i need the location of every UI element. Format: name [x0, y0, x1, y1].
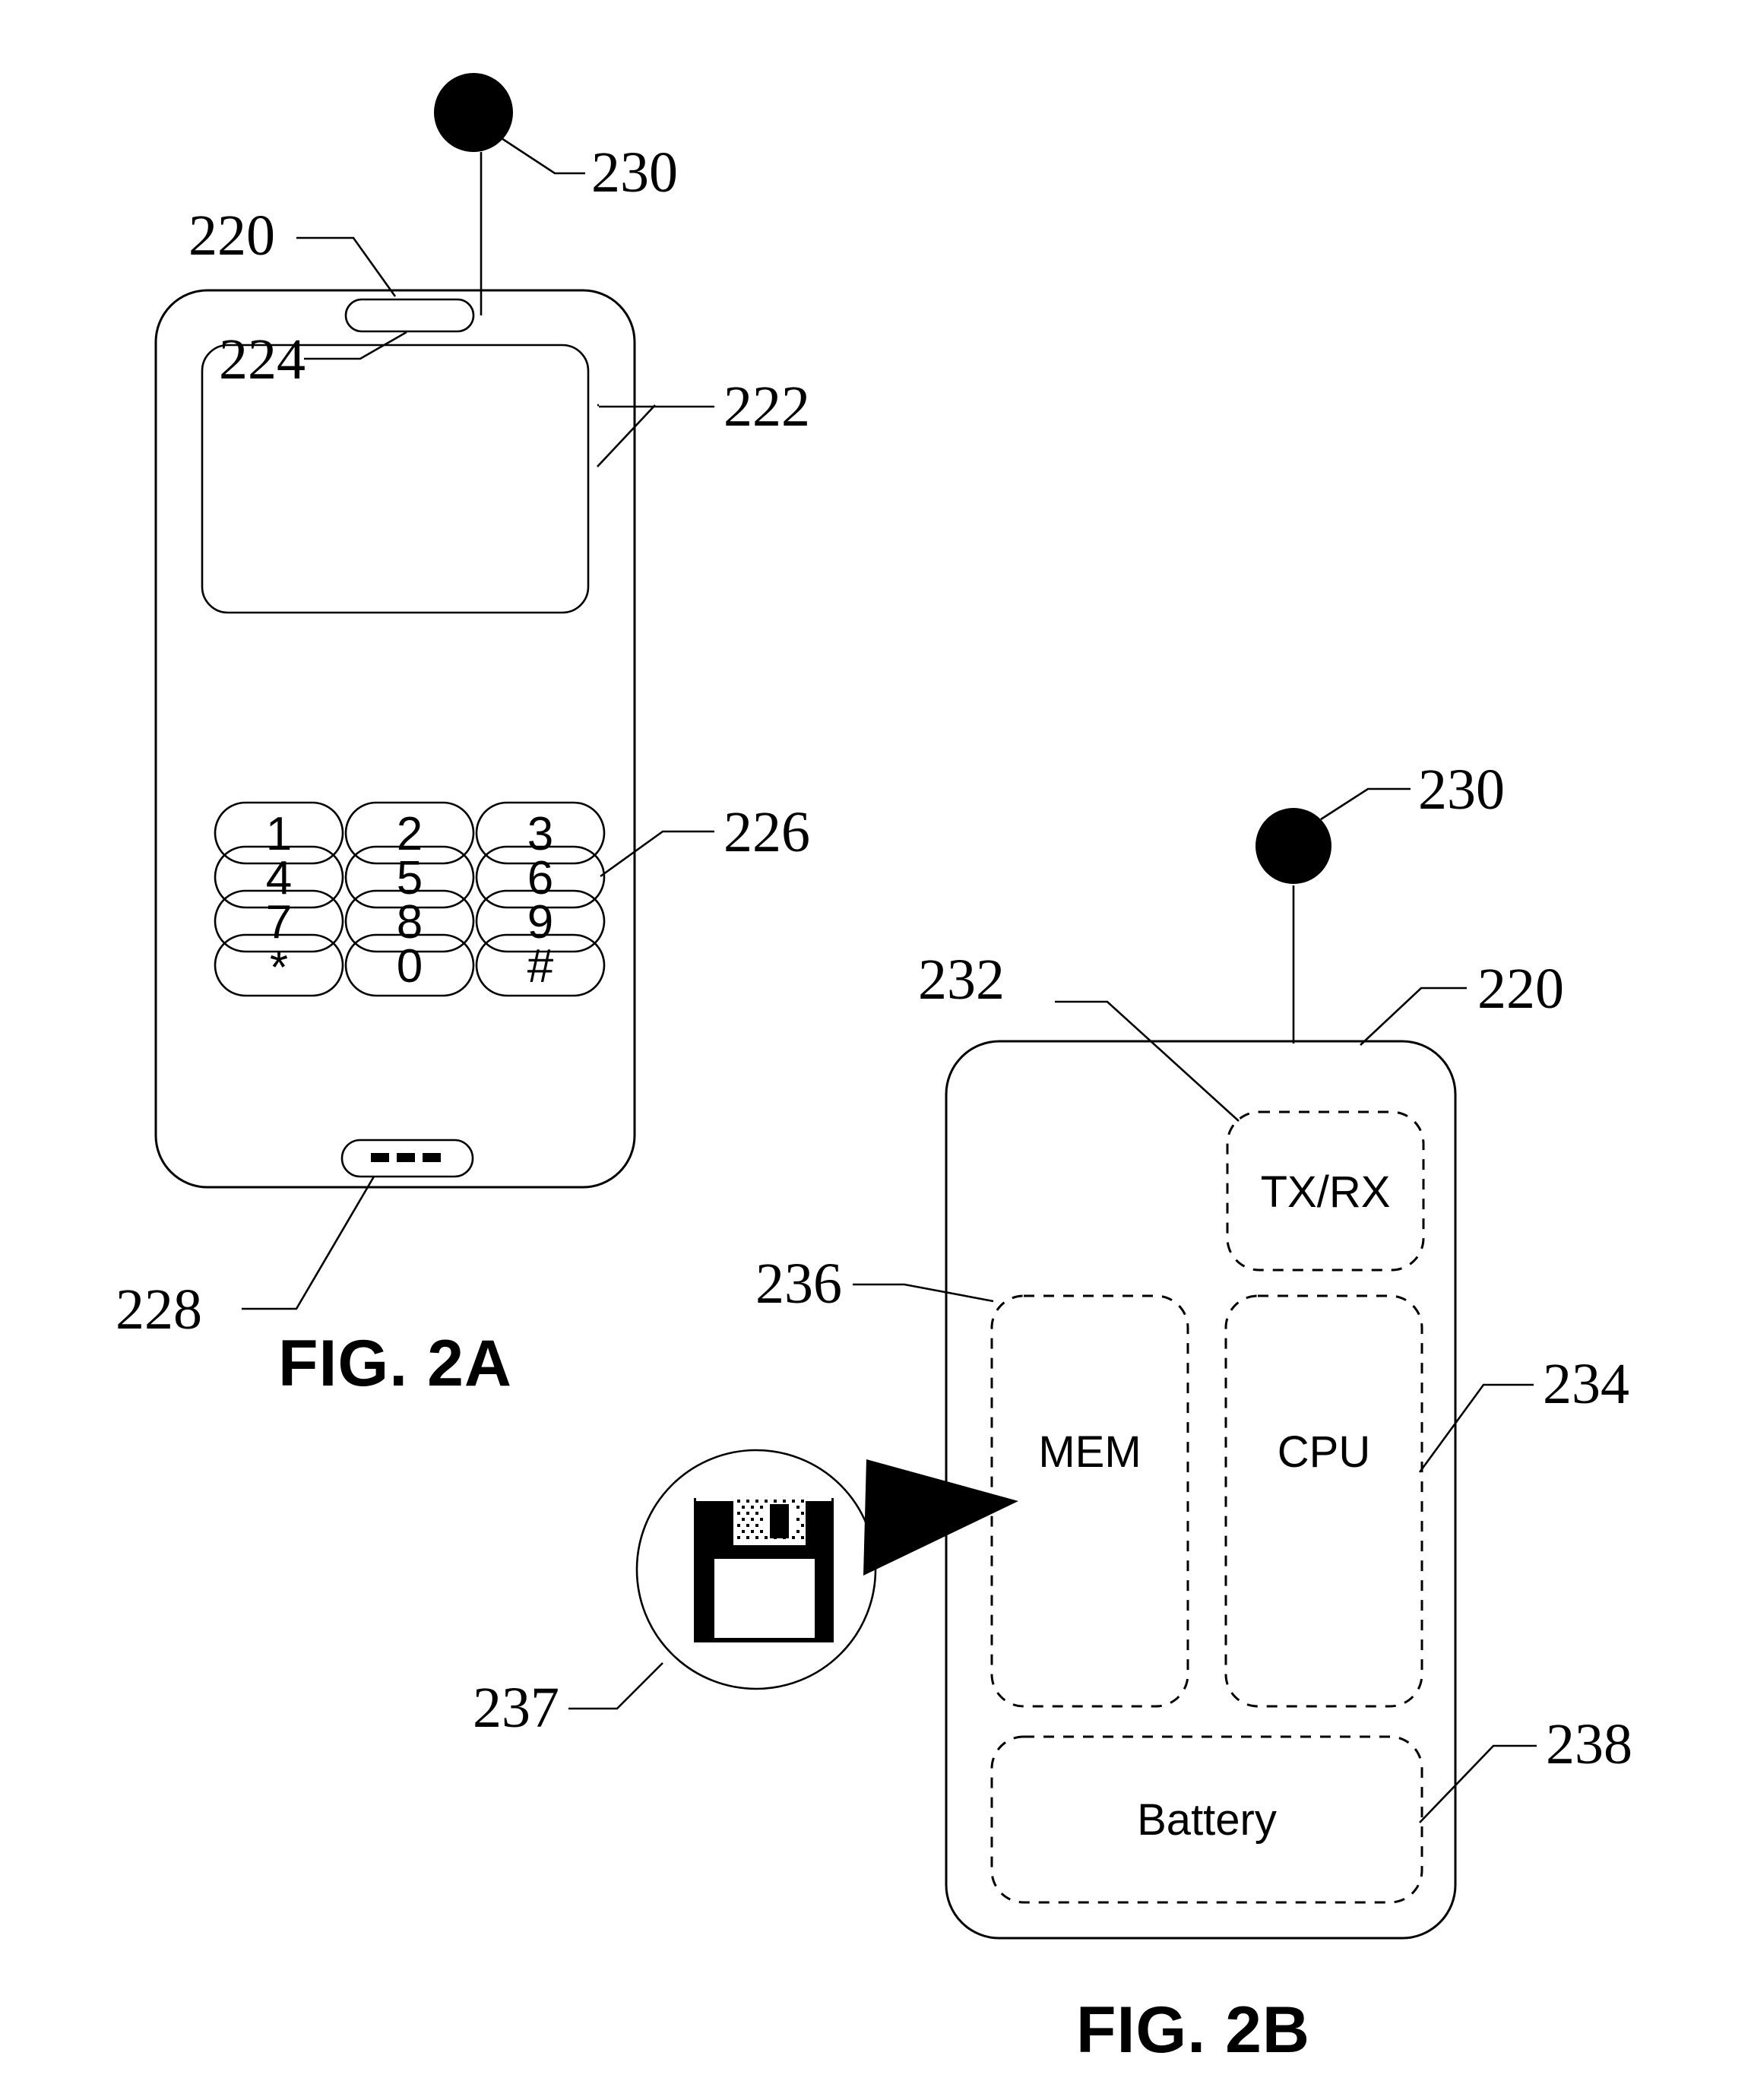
ref-224-2a: 224 [219, 328, 306, 391]
ref-230-2a: 230 [591, 141, 678, 204]
floppy-label-area [714, 1559, 815, 1638]
keypad-key-label-0: 0 [397, 940, 423, 993]
keypad-key-label-star: * [270, 942, 288, 994]
ref-232-2b: 232 [918, 948, 1005, 1012]
ref-238-2b: 238 [1546, 1712, 1632, 1776]
antenna-tip-dot-2a [434, 73, 513, 152]
ref-226-2a: 226 [724, 800, 810, 864]
figure-2b-caption: FIG. 2B [1076, 1994, 1310, 2067]
ref-237-2b: 237 [473, 1676, 559, 1740]
ref-234-2b: 234 [1543, 1352, 1629, 1416]
transceiver-label: TX/RX [1261, 1167, 1391, 1217]
microphone-slots-2a [371, 1153, 441, 1162]
keypad-2a[interactable]: 1 2 3 4 5 6 7 8 9 * 0 # [214, 801, 606, 997]
ref-222-2a: 222 [724, 375, 810, 439]
patent-figure-sheet: 230 220 224 222 1 2 3 4 5 6 7 8 9 * 0 # … [0, 0, 1751, 2100]
floppy-disk-icon [694, 1495, 834, 1642]
sheet-background [0, 0, 1751, 2100]
keypad-key-label-7: 7 [266, 896, 292, 949]
antenna-tip-dot-2b [1255, 808, 1331, 884]
cpu-label: CPU [1278, 1427, 1370, 1477]
battery-label: Battery [1137, 1795, 1277, 1845]
ref-236-2b: 236 [755, 1252, 842, 1316]
ref-220-2a: 220 [188, 204, 275, 268]
ref-220-2b: 220 [1477, 957, 1564, 1021]
ref-230-2b: 230 [1418, 758, 1505, 822]
figure-2a-caption: FIG. 2A [278, 1327, 512, 1400]
ref-228-2a: 228 [116, 1278, 202, 1341]
keypad-key-label-hash: # [527, 940, 554, 993]
patent-drawing-canvas: 230 220 224 222 1 2 3 4 5 6 7 8 9 * 0 # … [0, 0, 1751, 2100]
memory-label: MEM [1038, 1427, 1141, 1477]
floppy-shutter-window [770, 1504, 789, 1538]
